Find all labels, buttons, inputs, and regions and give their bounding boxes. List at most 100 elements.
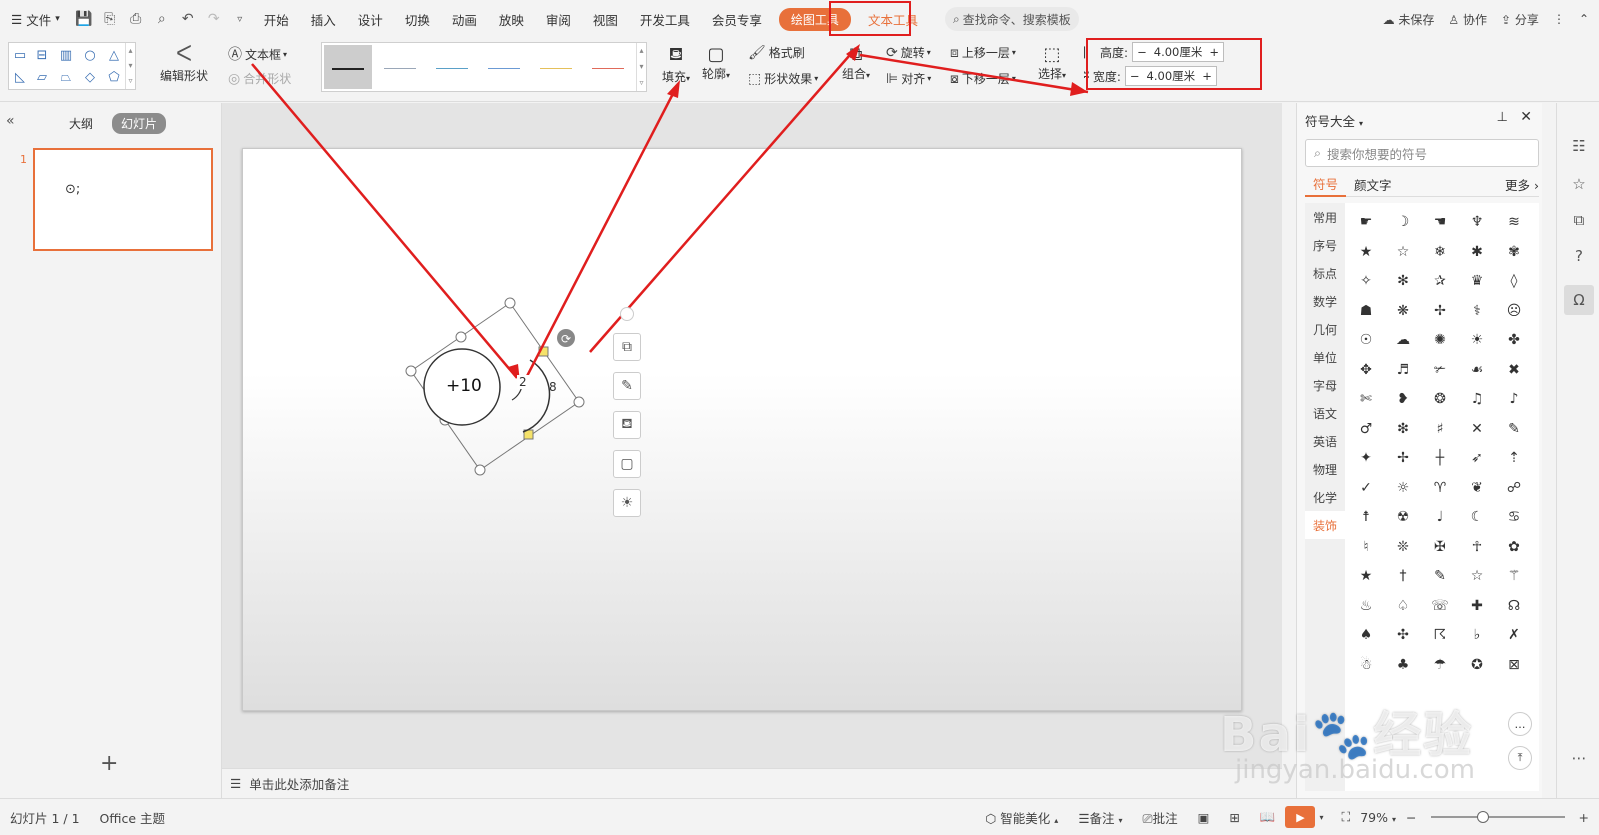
- symbol-cell[interactable]: ☃: [1351, 650, 1381, 680]
- symbol-cell[interactable]: ★: [1351, 561, 1381, 591]
- symbol-cell[interactable]: ✤: [1499, 325, 1529, 355]
- add-slide-button[interactable]: +: [100, 751, 118, 776]
- ellipse-icon[interactable]: ○: [81, 47, 99, 63]
- collapse-icon[interactable]: ⌃: [1579, 12, 1589, 26]
- zoom-slider-thumb[interactable]: [1476, 811, 1489, 823]
- symbol-cell[interactable]: ✢: [1425, 296, 1455, 326]
- symbol-cell[interactable]: ☼: [1388, 473, 1418, 503]
- textbox-shape-icon[interactable]: ⊟: [33, 47, 51, 63]
- outline-button[interactable]: ▢ 轮廓▾: [702, 44, 730, 82]
- symbol-cell[interactable]: ♯: [1425, 414, 1455, 444]
- symbol-cell[interactable]: ☀: [1462, 325, 1492, 355]
- format-brush-button[interactable]: 🖌 格式刷: [748, 44, 805, 61]
- symbol-cell[interactable]: ☍: [1499, 473, 1529, 503]
- symbol-search-input[interactable]: ⌕ 搜索你想要的符号: [1305, 139, 1539, 167]
- symbol-cell[interactable]: ♪: [1499, 384, 1529, 414]
- export-icon[interactable]: ⎘: [99, 8, 121, 30]
- symbol-cell[interactable]: ♂: [1351, 414, 1381, 444]
- rotate-button[interactable]: ⟳ 旋转 ▾: [886, 44, 931, 61]
- symbol-cell[interactable]: ❦: [1462, 473, 1492, 503]
- trapezoid-icon[interactable]: ⏢: [57, 69, 75, 85]
- tab-member[interactable]: 会员专享: [701, 0, 773, 38]
- settings-sliders-icon[interactable]: ☷: [1564, 131, 1594, 161]
- triangle-icon[interactable]: △: [105, 47, 123, 63]
- tab-view[interactable]: 视图: [582, 0, 629, 38]
- symbol-cell[interactable]: ☨: [1351, 502, 1381, 532]
- symbol-cell[interactable]: ❊: [1388, 532, 1418, 562]
- share-button[interactable]: ⇪ 分享: [1501, 11, 1539, 28]
- symbol-cell[interactable]: ✿: [1499, 532, 1529, 562]
- omega-symbol-icon[interactable]: Ω: [1564, 285, 1594, 315]
- symbol-cell[interactable]: ✄: [1351, 384, 1381, 414]
- symbol-cell[interactable]: ☗: [1351, 296, 1381, 326]
- line-style-sample[interactable]: [540, 68, 572, 69]
- symbol-cell[interactable]: ✦: [1351, 443, 1381, 473]
- editing-canvas[interactable]: [222, 103, 1282, 768]
- tab-developer[interactable]: 开发工具: [629, 0, 701, 38]
- merge-shape-button[interactable]: ◎ 合并形状: [228, 70, 291, 87]
- shapes-gallery[interactable]: ▭ ⊟ ▥ ○ △ ◺ ▱ ⏢ ◇ ⬠ ▴ ▾ ▿: [8, 42, 136, 90]
- right-triangle-icon[interactable]: ◺: [11, 69, 29, 85]
- parallelogram-icon[interactable]: ▱: [33, 69, 51, 85]
- play-button[interactable]: ▶: [1285, 806, 1316, 828]
- symbol-cell[interactable]: ❇: [1388, 414, 1418, 444]
- arc-label-8[interactable]: 8: [549, 380, 557, 394]
- close-icon[interactable]: ✕: [1520, 109, 1532, 125]
- symbol-cell[interactable]: ☉: [1351, 325, 1381, 355]
- bring-forward-button[interactable]: ⧈ 上移一层 ▾: [950, 44, 1016, 61]
- symbol-cell[interactable]: ☚: [1425, 207, 1455, 237]
- line-gallery-scroll[interactable]: ▴ ▾ ▿: [636, 43, 646, 91]
- line-style-sample[interactable]: [592, 68, 624, 69]
- group-button[interactable]: ⧉ 组合▾: [842, 44, 870, 82]
- symbol-cell[interactable]: ✱: [1462, 237, 1492, 267]
- symbol-cell[interactable]: ♮: [1351, 532, 1381, 562]
- symbol-cell[interactable]: ♭: [1462, 620, 1492, 650]
- symbol-cell[interactable]: ✥: [1351, 355, 1381, 385]
- symbol-cell[interactable]: ⇡: [1499, 443, 1529, 473]
- notes-button[interactable]: ☰备注 ▾: [1068, 808, 1132, 827]
- collab-button[interactable]: ♙ 协作: [1448, 11, 1487, 28]
- line-style-sample[interactable]: [488, 68, 520, 69]
- symbol-category[interactable]: 常用: [1305, 203, 1345, 231]
- comment-button[interactable]: ⎚批注: [1133, 808, 1188, 827]
- send-backward-button[interactable]: ⧇ 下移一层 ▾: [950, 70, 1016, 87]
- symbol-category[interactable]: 几何: [1305, 315, 1345, 343]
- save-icon[interactable]: 💾: [73, 8, 95, 30]
- symbol-cell[interactable]: ☙: [1462, 355, 1492, 385]
- symbol-cell[interactable]: ✚: [1462, 591, 1492, 621]
- symbol-cell[interactable]: ➶: [1462, 443, 1492, 473]
- circle-label[interactable]: +10: [446, 376, 482, 396]
- symbol-cell[interactable]: ☊: [1499, 591, 1529, 621]
- notes-bar[interactable]: ☰ 单击此处添加备注: [222, 768, 1282, 798]
- print-icon[interactable]: ⎙: [125, 8, 147, 30]
- symbol-cell[interactable]: ☁: [1388, 325, 1418, 355]
- symbol-cell[interactable]: ☈: [1425, 620, 1455, 650]
- textbox-button[interactable]: Ⓐ 文本框 ▾: [228, 44, 287, 64]
- symbol-category[interactable]: 标点: [1305, 259, 1345, 287]
- symbol-cell[interactable]: ≋: [1499, 207, 1529, 237]
- symbol-cell[interactable]: ❥: [1388, 384, 1418, 414]
- gallery-scroll[interactable]: ▴ ▾ ▿: [125, 43, 135, 89]
- outline-style-button[interactable]: ▢: [613, 450, 641, 478]
- line-style-sample[interactable]: [332, 68, 364, 70]
- symbol-cell[interactable]: ✢: [1388, 443, 1418, 473]
- symbol-cell[interactable]: ★: [1351, 237, 1381, 267]
- line-style-sample[interactable]: [384, 68, 416, 69]
- symbol-cell[interactable]: ♋: [1499, 502, 1529, 532]
- more-link[interactable]: 更多 ›: [1505, 175, 1539, 194]
- transition-icon[interactable]: ⧉: [1564, 205, 1594, 235]
- idea-button[interactable]: ☀: [613, 489, 641, 517]
- symbol-cell[interactable]: ✗: [1499, 620, 1529, 650]
- symbol-cell[interactable]: ☽: [1388, 207, 1418, 237]
- diamond-icon[interactable]: ◇: [81, 69, 99, 85]
- rectangle-icon[interactable]: ▭: [11, 47, 29, 63]
- tab-symbols[interactable]: 符号: [1305, 173, 1347, 197]
- undo-icon[interactable]: ↶: [177, 8, 199, 30]
- symbol-cell[interactable]: ☹: [1499, 296, 1529, 326]
- symbol-category[interactable]: 化学: [1305, 483, 1345, 511]
- pin-icon[interactable]: ⊥: [1497, 110, 1508, 125]
- symbol-cell[interactable]: ☾: [1462, 502, 1492, 532]
- slide[interactable]: [242, 148, 1242, 711]
- symbol-cell[interactable]: ✠: [1425, 532, 1455, 562]
- symbol-cell[interactable]: †: [1388, 561, 1418, 591]
